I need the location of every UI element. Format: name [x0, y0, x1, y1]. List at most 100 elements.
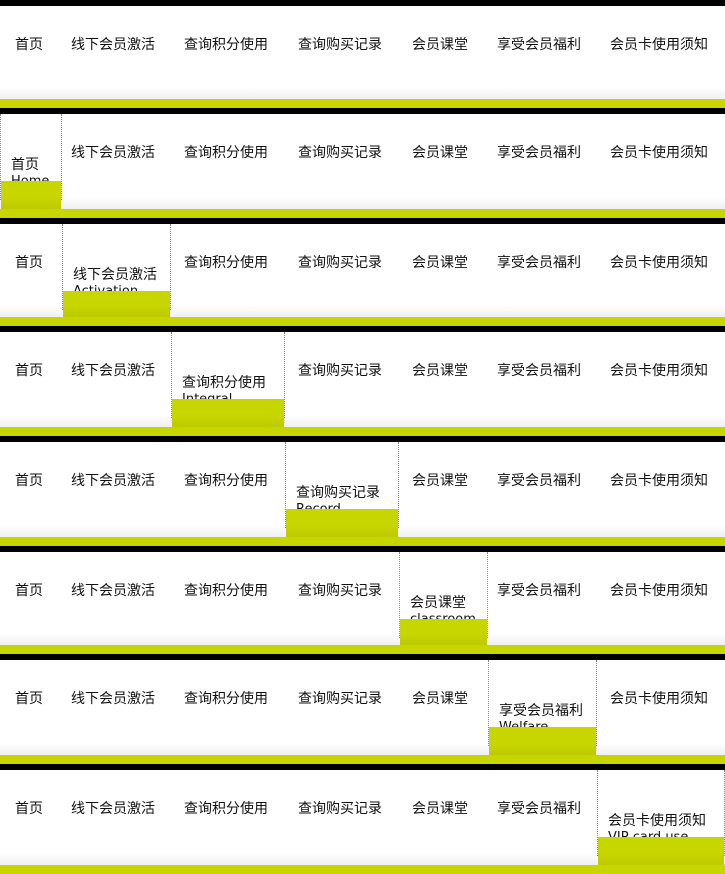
- menu-item-6[interactable]: 享受会员福利Welfare: [488, 660, 597, 755]
- menu-item-6[interactable]: 享受会员福利: [488, 770, 597, 856]
- menu-item-2[interactable]: 线下会员激活: [62, 442, 171, 528]
- menu-item-3[interactable]: 查询积分使用: [171, 552, 285, 638]
- menu-item-4[interactable]: 查询购买记录: [285, 770, 399, 856]
- menu-item-1[interactable]: 首页: [0, 6, 62, 92]
- menu-panel: 首页 线下会员激活 查询积分使用 查询购买记录Record 会员课堂 享受会员福利 会员卡使…: [0, 436, 725, 546]
- menu-item-label: 首页: [15, 255, 43, 271]
- menu-item-label: 查询购买记录: [298, 255, 382, 271]
- menu-item-label: 会员课堂: [412, 801, 468, 817]
- shadow: [0, 743, 725, 755]
- menu-item-label: 会员课堂: [412, 691, 468, 707]
- menu-item-label: 会员课堂: [412, 363, 468, 379]
- menu-item-2[interactable]: 线下会员激活: [62, 114, 171, 200]
- menu-item-7[interactable]: 会员卡使用须知: [597, 552, 725, 638]
- menu-item-label: 线下会员激活: [73, 267, 157, 283]
- menu-item-label: 线下会员激活: [71, 363, 155, 379]
- menu-item-7[interactable]: 会员卡使用须知: [597, 6, 725, 92]
- menu-item-7[interactable]: 会员卡使用须知VIP card use: [597, 770, 725, 865]
- menu-item-1[interactable]: 首页: [0, 770, 62, 856]
- menu-item-label: 享受会员福利: [497, 37, 581, 53]
- menu-item-5[interactable]: 会员课堂: [399, 332, 488, 418]
- menu-item-5[interactable]: 会员课堂: [399, 660, 488, 746]
- menu-item-3[interactable]: 查询积分使用: [171, 114, 285, 200]
- menu-item-2[interactable]: 线下会员激活: [62, 552, 171, 638]
- menu-states: 首页线下会员激活查询积分使用查询购买记录会员课堂享受会员福利会员卡使用须知首页H…: [0, 0, 725, 874]
- menu-item-4[interactable]: 查询购买记录Record: [285, 442, 399, 537]
- menu-item-5[interactable]: 会员课堂classroom: [399, 552, 488, 647]
- shadow: [0, 305, 725, 317]
- menu-item-7[interactable]: 会员卡使用须知: [597, 442, 725, 528]
- menu-panel: 首页 线下会员激活 查询积分使用 查询购买记录 会员课堂 享受会员福利Welfare 会员卡…: [0, 654, 725, 764]
- menu-item-1[interactable]: 首页Home: [0, 114, 62, 209]
- menu-item-7[interactable]: 会员卡使用须知: [597, 332, 725, 418]
- menu-item-7[interactable]: 会员卡使用须知: [597, 224, 725, 310]
- menu-item-5[interactable]: 会员课堂: [399, 442, 488, 528]
- menu-item-7[interactable]: 会员卡使用须知: [597, 114, 725, 200]
- menu-item-5[interactable]: 会员课堂: [399, 114, 488, 200]
- bottom-accent-bar: [0, 865, 725, 874]
- menu-item-5[interactable]: 会员课堂: [399, 6, 488, 92]
- menu-item-label: 会员卡使用须知: [610, 583, 708, 599]
- menu-item-6[interactable]: 享受会员福利: [488, 224, 597, 310]
- main-menu: 首页线下会员激活查询积分使用查询购买记录会员课堂classroom享受会员福利会…: [0, 552, 725, 647]
- menu-item-6[interactable]: 享受会员福利: [488, 332, 597, 418]
- menu-item-3[interactable]: 查询积分使用: [171, 442, 285, 528]
- menu-item-4[interactable]: 查询购买记录: [285, 332, 399, 418]
- menu-item-label: 会员课堂: [412, 255, 468, 271]
- menu-item-2[interactable]: 线下会员激活: [62, 770, 171, 856]
- menu-item-1[interactable]: 首页: [0, 660, 62, 746]
- menu-item-3[interactable]: 查询积分使用: [171, 224, 285, 310]
- bottom-accent-bar: [0, 209, 725, 218]
- menu-item-4[interactable]: 查询购买记录: [285, 224, 399, 310]
- shadow: [0, 633, 725, 645]
- menu-item-label: 首页: [15, 473, 43, 489]
- menu-item-6[interactable]: 享受会员福利: [488, 552, 597, 638]
- menu-item-1[interactable]: 首页: [0, 332, 62, 418]
- menu-panel: 首页Home 线下会员激活 查询积分使用 查询购买记录 会员课堂 享受会员福利 会员卡使用须…: [0, 108, 725, 218]
- menu-item-label: 线下会员激活: [71, 473, 155, 489]
- menu-item-1[interactable]: 首页: [0, 224, 62, 310]
- menu-item-label: 会员课堂: [412, 37, 468, 53]
- menu-item-3[interactable]: 查询积分使用: [171, 6, 285, 92]
- menu-item-3[interactable]: 查询积分使用: [171, 770, 285, 856]
- menu-item-4[interactable]: 查询购买记录: [285, 114, 399, 200]
- menu-item-label: 会员课堂: [410, 595, 466, 611]
- menu-item-2[interactable]: 线下会员激活Activation: [62, 224, 171, 319]
- menu-item-2[interactable]: 线下会员激活: [62, 332, 171, 418]
- menu-item-2[interactable]: 线下会员激活: [62, 660, 171, 746]
- menu-item-label: 享受会员福利: [497, 583, 581, 599]
- menu-item-3[interactable]: 查询积分使用: [171, 660, 285, 746]
- menu-item-4[interactable]: 查询购买记录: [285, 6, 399, 92]
- menu-item-2[interactable]: 线下会员激活: [62, 6, 171, 92]
- menu-item-5[interactable]: 会员课堂: [399, 770, 488, 856]
- shadow: [0, 87, 725, 99]
- menu-item-label: 首页: [15, 583, 43, 599]
- menu-item-label: 查询积分使用: [184, 473, 268, 489]
- menu-item-label: 享受会员福利: [499, 703, 583, 719]
- menu-item-label: 首页: [15, 37, 43, 53]
- menu-item-6[interactable]: 享受会员福利: [488, 6, 597, 92]
- menu-item-1[interactable]: 首页: [0, 442, 62, 528]
- menu-item-1[interactable]: 首页: [0, 552, 62, 638]
- menu-item-4[interactable]: 查询购买记录: [285, 660, 399, 746]
- menu-item-label: 首页: [15, 363, 43, 379]
- bottom-accent-bar: [0, 317, 725, 326]
- menu-item-label: 查询购买记录: [298, 691, 382, 707]
- main-menu: 首页 线下会员激活 查询积分使用 查询购买记录 会员课堂 享受会员福利Welfare 会员卡…: [0, 660, 725, 755]
- menu-item-label: 会员课堂: [412, 145, 468, 161]
- menu-item-label: 查询积分使用: [184, 691, 268, 707]
- menu-item-3[interactable]: 查询积分使用Integral: [171, 332, 285, 427]
- menu-item-5[interactable]: 会员课堂: [399, 224, 488, 310]
- bottom-accent-bar: [0, 755, 725, 764]
- menu-item-label: 享受会员福利: [497, 801, 581, 817]
- menu-panel: 首页 线下会员激活 查询积分使用 查询购买记录 会员课堂 享受会员福利会员卡使用须知VIP…: [0, 764, 725, 874]
- menu-item-7[interactable]: 会员卡使用须知: [597, 660, 725, 746]
- menu-item-label: 查询积分使用: [182, 375, 266, 391]
- menu-item-6[interactable]: 享受会员福利: [488, 114, 597, 200]
- menu-item-6[interactable]: 享受会员福利: [488, 442, 597, 528]
- menu-item-label: 会员卡使用须知: [610, 145, 708, 161]
- menu-item-label: 首页: [11, 157, 39, 173]
- menu-item-4[interactable]: 查询购买记录: [285, 552, 399, 638]
- menu-item-label: 享受会员福利: [497, 255, 581, 271]
- menu-item-label: 线下会员激活: [71, 691, 155, 707]
